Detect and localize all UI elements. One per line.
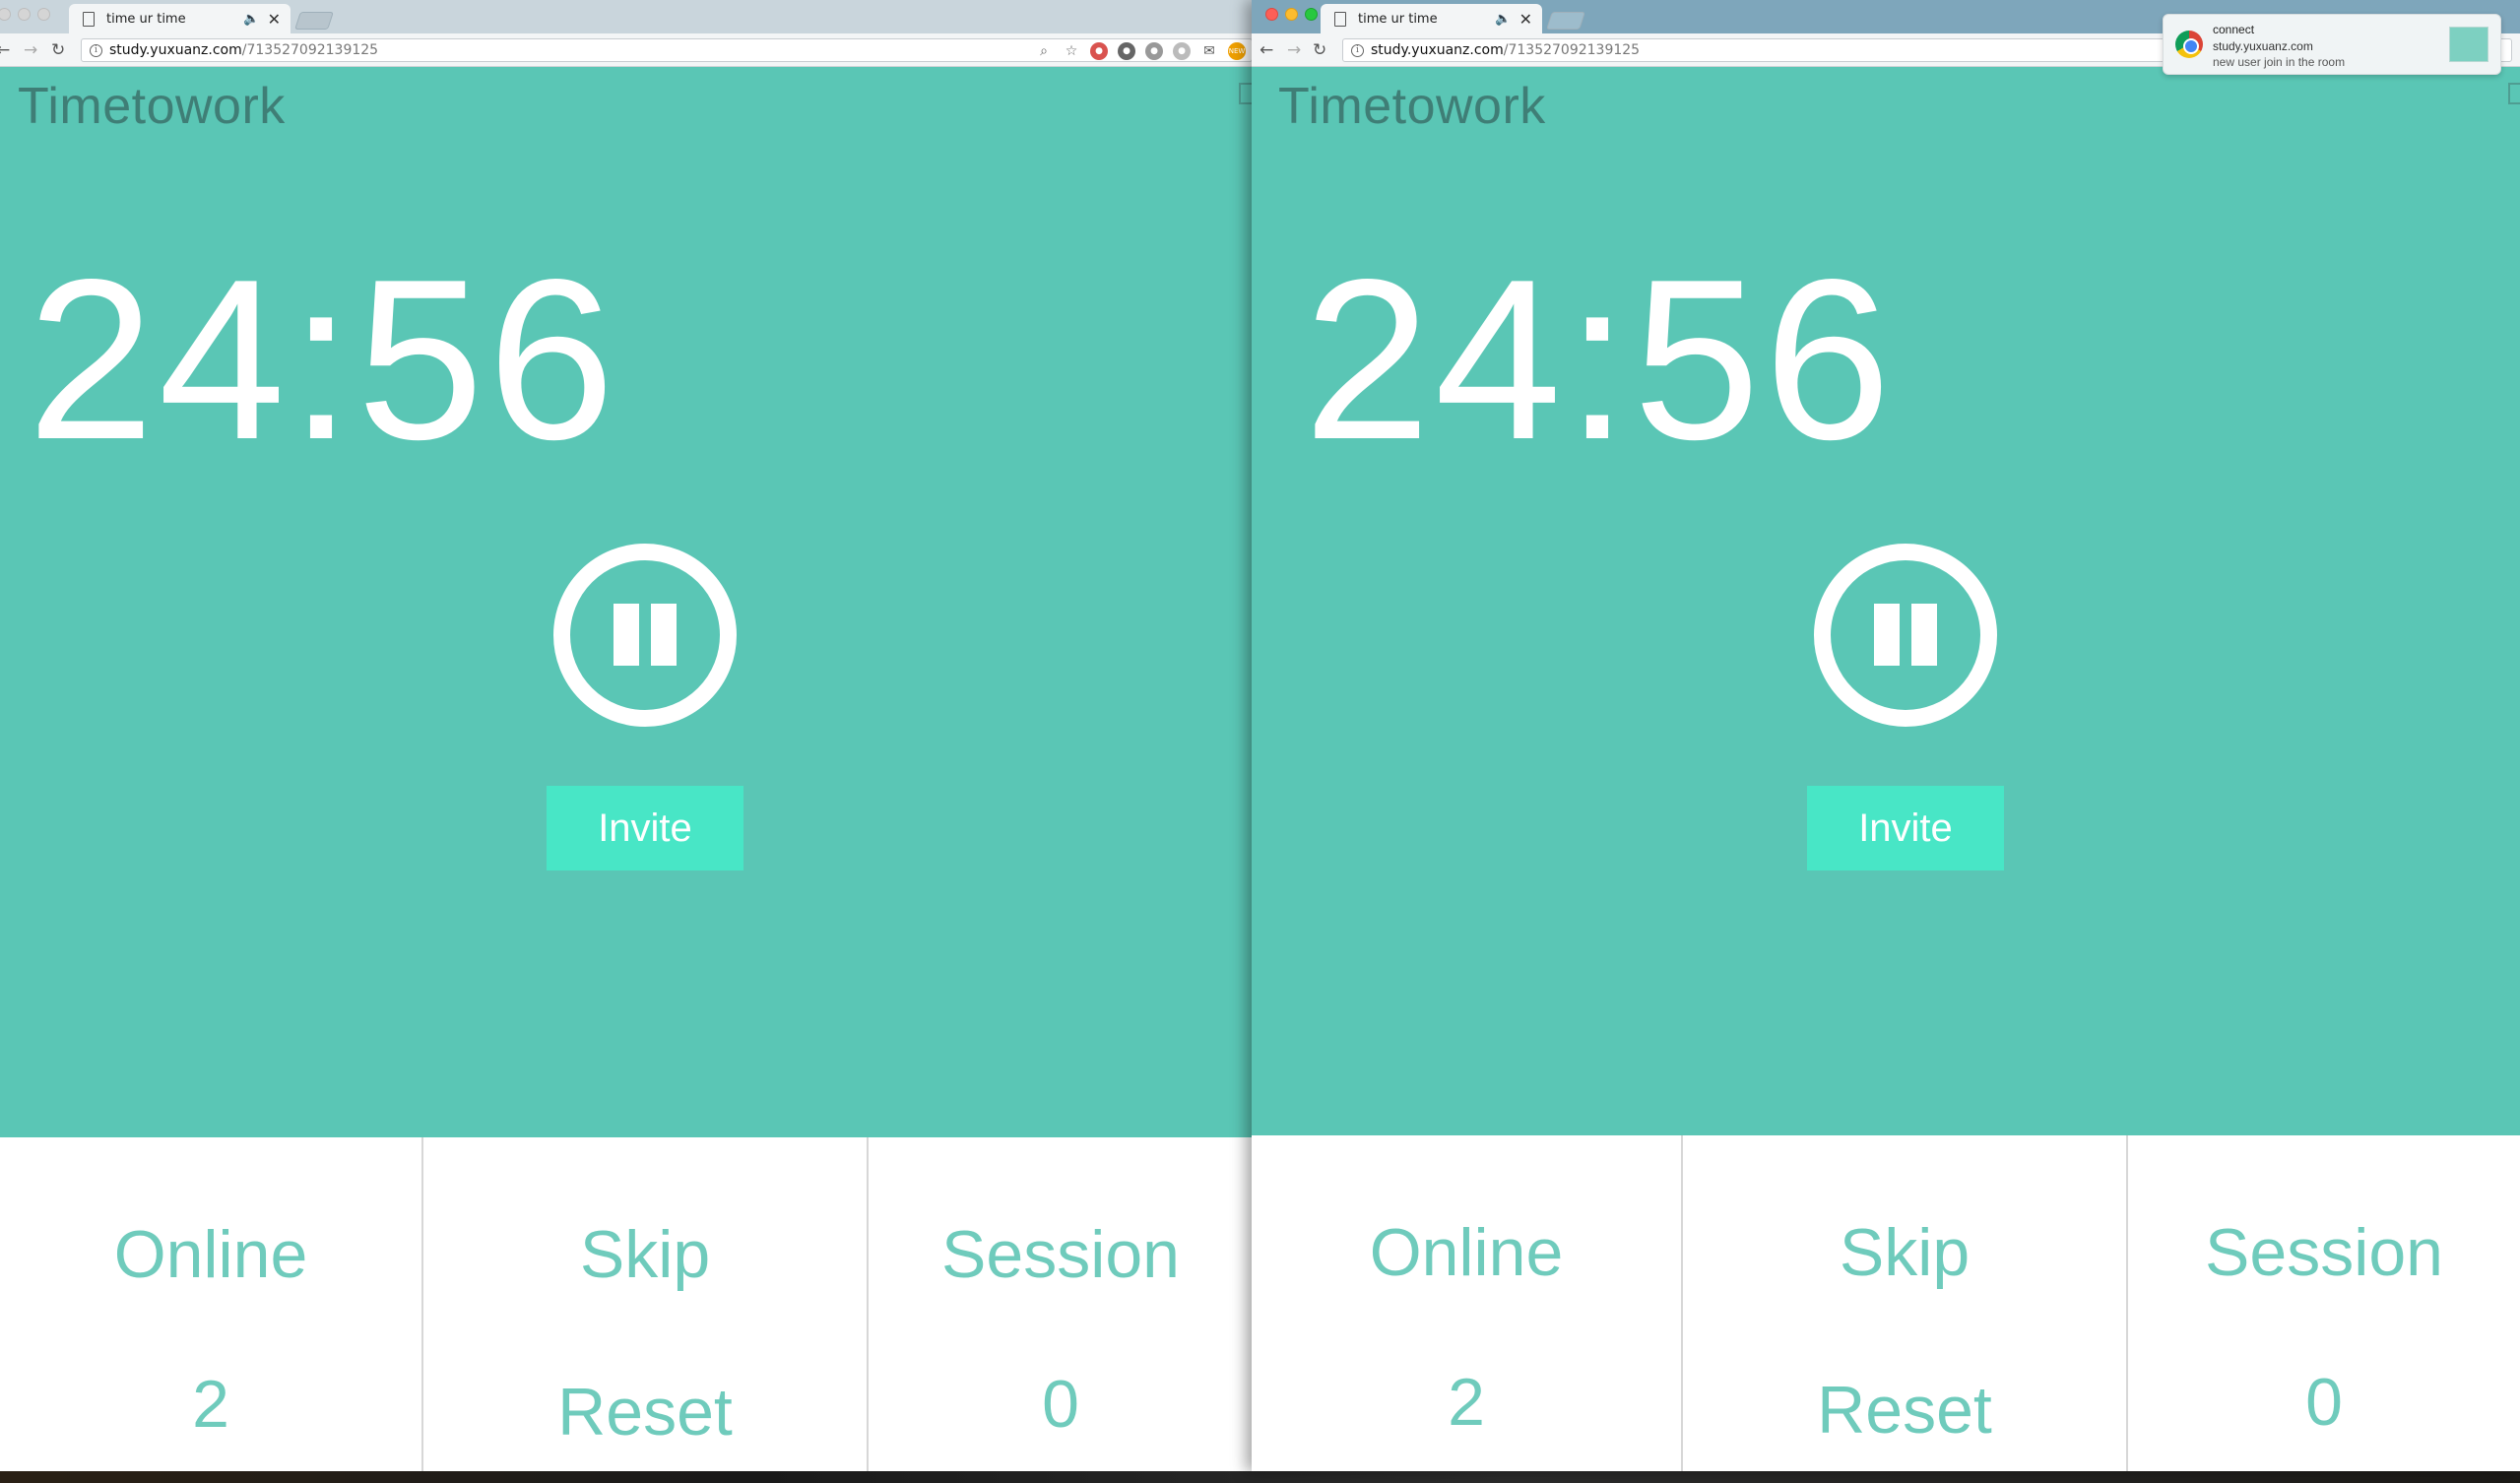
speaker-icon[interactable]: 🔈 — [1495, 12, 1511, 27]
tab-bar: time ur time 🔈 ✕ — [0, 0, 1253, 33]
tab-title: time ur time — [1358, 11, 1438, 27]
new-extension-icon[interactable]: NEW — [1228, 42, 1246, 60]
pause-button[interactable] — [553, 544, 737, 727]
address-bar[interactable]: i study.yuxuanz.com /713527092139125 ⌕ ☆… — [81, 38, 1253, 62]
address-bar-actions: ⌕ ☆ ● ● ● ● ✉ NEW — [1035, 42, 1246, 60]
browser-tab[interactable]: time ur time 🔈 ✕ — [69, 4, 291, 33]
desktop: time ur time 🔈 ✕ ← → ↻ i study.yuxuanz.c… — [0, 0, 2520, 1483]
zoom-icon[interactable]: ⌕ — [1035, 42, 1053, 60]
stats-panel: Online 2 Skip Reset Session 0 — [1252, 1135, 2520, 1471]
notification-thumbnail — [2449, 27, 2488, 62]
close-window-button[interactable] — [1265, 8, 1278, 21]
controls-column: Skip Reset — [1683, 1135, 2128, 1471]
window-controls — [1265, 8, 1318, 21]
tab-title: time ur time — [106, 11, 186, 27]
fullscreen-icon[interactable] — [2508, 83, 2520, 104]
session-label: Session — [941, 1217, 1180, 1292]
close-tab-icon[interactable]: ✕ — [1519, 10, 1532, 29]
reload-icon[interactable]: ↻ — [1313, 40, 1326, 60]
session-column: Session 0 — [2128, 1135, 2520, 1471]
reset-button[interactable]: Reset — [1683, 1372, 2126, 1449]
fullscreen-icon[interactable] — [1239, 83, 1253, 104]
notification-site: study.yuxuanz.com — [2213, 39, 2313, 53]
browser-window-right: time ur time 🔈 ✕ ← → ↻ i study.yuxuanz.c… — [1252, 0, 2520, 1471]
app-brand: Timetowork — [18, 78, 286, 135]
reset-button[interactable]: Reset — [423, 1374, 867, 1451]
invite-button[interactable]: Invite — [1807, 786, 2004, 870]
zoom-window-button[interactable] — [1305, 8, 1318, 21]
extension-icon[interactable]: ● — [1173, 42, 1191, 60]
chrome-icon — [2175, 31, 2203, 58]
page-icon — [83, 11, 95, 27]
page-icon — [1334, 11, 1346, 27]
url-path: /713527092139125 — [241, 42, 379, 58]
session-count: 0 — [2305, 1365, 2343, 1440]
countdown-timer: 24:56 — [27, 232, 619, 487]
controls-column: Skip Reset — [423, 1137, 869, 1471]
forward-arrow-icon[interactable]: → — [24, 40, 37, 60]
stats-panel: Online 2 Skip Reset Session 0 — [0, 1137, 1253, 1471]
browser-toolbar: ← → ↻ i study.yuxuanz.com /7135270921391… — [0, 33, 1253, 67]
browser-window-left: time ur time 🔈 ✕ ← → ↻ i study.yuxuanz.c… — [0, 0, 1253, 1471]
minimize-window-button[interactable] — [1285, 8, 1298, 21]
app-brand: Timetowork — [1278, 78, 1546, 135]
reload-icon[interactable]: ↻ — [51, 40, 65, 60]
online-label: Online — [113, 1217, 308, 1292]
skip-button[interactable]: Skip — [423, 1216, 867, 1293]
pause-bar-icon — [1874, 604, 1900, 666]
session-count: 0 — [1042, 1367, 1079, 1442]
browser-tab[interactable]: time ur time 🔈 ✕ — [1321, 4, 1542, 33]
pause-bar-icon — [614, 604, 639, 666]
skip-button[interactable]: Skip — [1683, 1214, 2126, 1291]
extension-icon[interactable]: ● — [1145, 42, 1163, 60]
mail-icon[interactable]: ✉ — [1200, 42, 1218, 60]
minimize-window-button[interactable] — [18, 8, 31, 21]
close-tab-icon[interactable]: ✕ — [268, 10, 281, 29]
session-column: Session 0 — [869, 1137, 1253, 1471]
extension-icon[interactable]: ● — [1118, 42, 1135, 60]
online-count: 2 — [1448, 1365, 1485, 1440]
info-icon[interactable]: i — [1351, 43, 1364, 57]
notification-message: new user join in the room — [2213, 55, 2346, 69]
back-arrow-icon[interactable]: ← — [0, 40, 10, 60]
url-host: study.yuxuanz.com — [1371, 42, 1504, 58]
url-host: study.yuxuanz.com — [109, 42, 242, 58]
back-arrow-icon[interactable]: ← — [1260, 40, 1273, 60]
new-tab-button[interactable] — [1546, 12, 1585, 30]
zoom-window-button[interactable] — [37, 8, 50, 21]
forward-arrow-icon[interactable]: → — [1287, 40, 1301, 60]
invite-button[interactable]: Invite — [547, 786, 743, 870]
online-label: Online — [1369, 1215, 1564, 1290]
speaker-icon[interactable]: 🔈 — [243, 12, 259, 27]
new-tab-button[interactable] — [294, 12, 334, 30]
url-path: /713527092139125 — [1503, 42, 1641, 58]
online-column: Online 2 — [0, 1137, 423, 1471]
adblock-extension-icon[interactable]: ● — [1090, 42, 1108, 60]
info-icon[interactable]: i — [90, 43, 102, 57]
pause-bar-icon — [1911, 604, 1937, 666]
desktop-notification[interactable]: connect study.yuxuanz.com new user join … — [2163, 14, 2501, 75]
online-count: 2 — [192, 1367, 229, 1442]
star-icon[interactable]: ☆ — [1063, 42, 1080, 60]
session-label: Session — [2205, 1215, 2443, 1290]
notification-title: connect — [2213, 23, 2255, 36]
window-controls — [0, 8, 50, 21]
close-window-button[interactable] — [0, 8, 11, 21]
pause-button[interactable] — [1814, 544, 1997, 727]
pause-bar-icon — [651, 604, 677, 666]
countdown-timer: 24:56 — [1303, 232, 1896, 487]
online-column: Online 2 — [1252, 1135, 1683, 1471]
